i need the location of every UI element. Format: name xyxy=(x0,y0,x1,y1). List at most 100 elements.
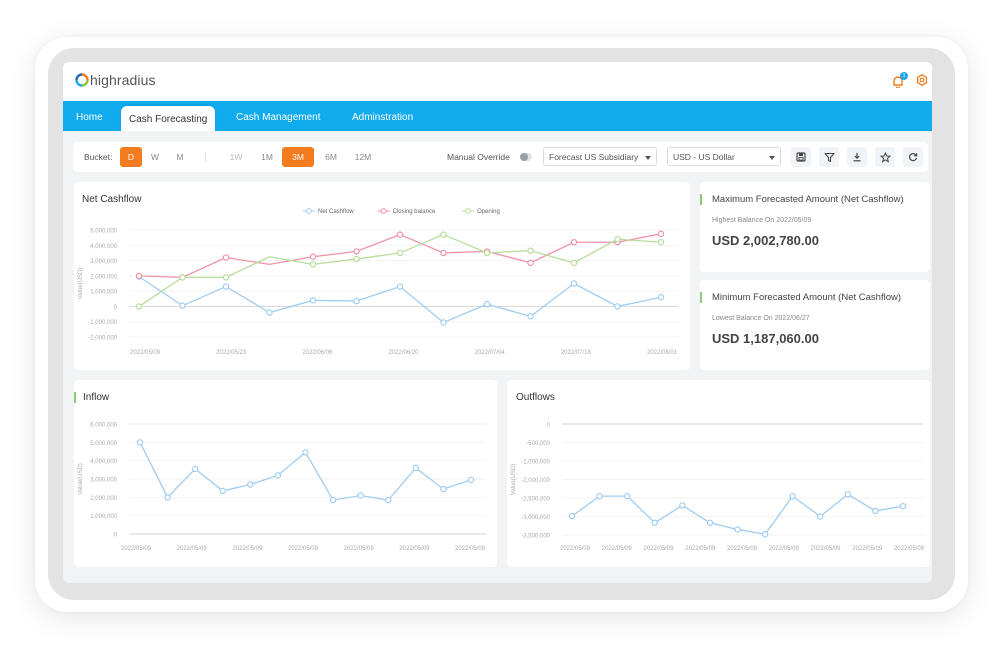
min-forecast-title: Minimum Forecasted Amount (Net Cashflow) xyxy=(712,292,901,303)
net-cashflow-chart: 5,000,0004,000,0003,000,0002,000,0001,00… xyxy=(74,182,690,370)
x-tick-label: 2022/06/06 xyxy=(302,350,333,356)
x-tick-label: 2022/05/09 xyxy=(602,546,633,552)
legend-marker-opening xyxy=(466,209,471,214)
y-tick-label: -2,000,000 xyxy=(88,336,117,342)
y-tick-label: 2,000,000 xyxy=(90,496,117,502)
chevron-down-icon xyxy=(769,156,775,160)
y-tick-label: 3,000,000 xyxy=(90,259,117,265)
data-point-net-cashflow xyxy=(441,320,446,325)
x-tick-label: 2022/05/09 xyxy=(643,546,674,552)
y-tick-label: -2,000,000 xyxy=(521,478,550,484)
data-point-closing-balance xyxy=(223,255,228,260)
toolbar-divider xyxy=(205,153,206,162)
y-tick-label: 3,000,000 xyxy=(90,478,117,484)
bucket-month-button[interactable]: M xyxy=(170,147,190,167)
x-tick-label: 2022/05/09 xyxy=(769,546,800,552)
manual-override-label: Manual Override xyxy=(447,142,510,172)
bucket-week-button[interactable]: W xyxy=(145,147,165,167)
filter-button[interactable] xyxy=(819,147,839,167)
data-point-outflows xyxy=(873,508,878,513)
outflows-chart: 0-500,000-1,000,000-2,000,000-2,500,000-… xyxy=(507,380,930,567)
y-tick-label: 6,000,000 xyxy=(90,423,117,429)
data-point-outflows xyxy=(790,494,795,499)
data-point-outflows xyxy=(652,520,657,525)
app-header: highradius 1 xyxy=(63,62,932,101)
tab-administration[interactable]: Adminstration xyxy=(352,101,413,131)
logo-text: highradius xyxy=(90,72,156,88)
range-12m-button[interactable]: 12M xyxy=(350,147,376,167)
x-tick-label: 2022/05/09 xyxy=(399,546,430,552)
notification-bell-icon[interactable]: 1 xyxy=(892,75,906,89)
download-button[interactable] xyxy=(847,147,867,167)
y-tick-label: 1,000,000 xyxy=(90,514,117,520)
x-tick-label: 2022/05/09 xyxy=(455,546,486,552)
legend-label-net-cashflow: Net Cashflow xyxy=(318,209,354,215)
data-point-closing-balance xyxy=(354,249,359,254)
forecast-select-value: Forecast US Subsidiary xyxy=(549,152,638,162)
filter-icon xyxy=(824,152,835,163)
legend-marker-closing-balance xyxy=(381,209,386,214)
save-icon xyxy=(796,152,806,162)
x-tick-label: 2022/08/01 xyxy=(647,350,678,356)
data-point-inflow xyxy=(220,488,225,493)
data-point-opening xyxy=(571,260,576,265)
data-point-inflow xyxy=(303,450,308,455)
data-point-outflows xyxy=(762,532,767,537)
currency-select[interactable]: USD - US Dollar xyxy=(667,147,781,166)
settings-gear-icon[interactable] xyxy=(916,73,928,91)
data-point-outflows xyxy=(569,514,574,519)
y-tick-label: 5,000,000 xyxy=(90,441,117,447)
y-tick-label: 4,000,000 xyxy=(90,459,117,465)
data-point-opening xyxy=(180,275,185,280)
max-forecast-title: Maximum Forecasted Amount (Net Cashflow) xyxy=(712,194,904,205)
save-button[interactable] xyxy=(791,147,811,167)
logo[interactable]: highradius xyxy=(75,72,156,88)
x-tick-label: 2022/06/20 xyxy=(388,350,419,356)
x-tick-label: 2022/07/04 xyxy=(475,350,506,356)
range-3m-button[interactable]: 3M xyxy=(282,147,314,167)
data-point-opening xyxy=(397,250,402,255)
x-tick-label: 2022/05/09 xyxy=(810,546,841,552)
x-tick-label: 2022/05/09 xyxy=(130,350,161,356)
forecast-select[interactable]: Forecast US Subsidiary xyxy=(543,147,657,166)
manual-override-toggle[interactable] xyxy=(520,153,532,161)
max-forecast-card: Maximum Forecasted Amount (Net Cashflow)… xyxy=(700,182,930,272)
net-cashflow-card: Net Cashflow 5,000,0004,000,0003,000,000… xyxy=(74,182,690,370)
y-tick-label: -1,000,000 xyxy=(521,460,550,466)
max-forecast-subtitle: Highest Balance On 2022/05/09 xyxy=(712,217,811,224)
data-point-net-cashflow xyxy=(484,302,489,307)
tab-cash-management[interactable]: Cash Management xyxy=(236,101,321,131)
legend-label-opening: Opening xyxy=(477,209,500,215)
y-axis-title: Value(USD) xyxy=(78,268,84,300)
data-point-outflows xyxy=(845,492,850,497)
kpi-accent-bar xyxy=(700,292,702,303)
data-point-closing-balance xyxy=(310,254,315,259)
range-1w-button[interactable]: 1W xyxy=(225,147,247,167)
range-1m-button[interactable]: 1M xyxy=(256,147,278,167)
data-point-net-cashflow xyxy=(571,281,576,286)
favorite-button[interactable] xyxy=(875,147,895,167)
y-tick-label: 5,000,000 xyxy=(90,229,117,235)
data-point-opening xyxy=(310,262,315,267)
notification-badge: 1 xyxy=(900,72,908,80)
main-nav: Home Cash Forecasting Cash Management Ad… xyxy=(63,101,932,131)
refresh-button[interactable] xyxy=(903,147,923,167)
x-tick-label: 2022/05/09 xyxy=(894,546,925,552)
logo-icon xyxy=(75,73,89,87)
refresh-icon xyxy=(908,152,918,162)
bucket-day-button[interactable]: D xyxy=(120,147,142,167)
data-point-opening xyxy=(615,237,620,242)
range-6m-button[interactable]: 6M xyxy=(320,147,342,167)
tab-cash-forecasting[interactable]: Cash Forecasting xyxy=(121,106,215,131)
tab-home[interactable]: Home xyxy=(76,101,103,131)
data-point-inflow xyxy=(330,497,335,502)
y-tick-label: -1,000,000 xyxy=(88,320,117,326)
data-point-inflow xyxy=(137,440,142,445)
inflow-chart: 6,000,000 5,000,000 4,000,000 3,000,000 2,00… xyxy=(74,380,497,567)
y-axis-title: Value(USD) xyxy=(78,463,84,495)
x-tick-label: 2022/05/09 xyxy=(232,546,263,552)
data-point-closing-balance xyxy=(658,231,663,236)
data-point-outflows xyxy=(625,494,630,499)
x-tick-label: 2022/07/18 xyxy=(561,350,592,356)
x-tick-label: 2022/05/23 xyxy=(216,350,247,356)
